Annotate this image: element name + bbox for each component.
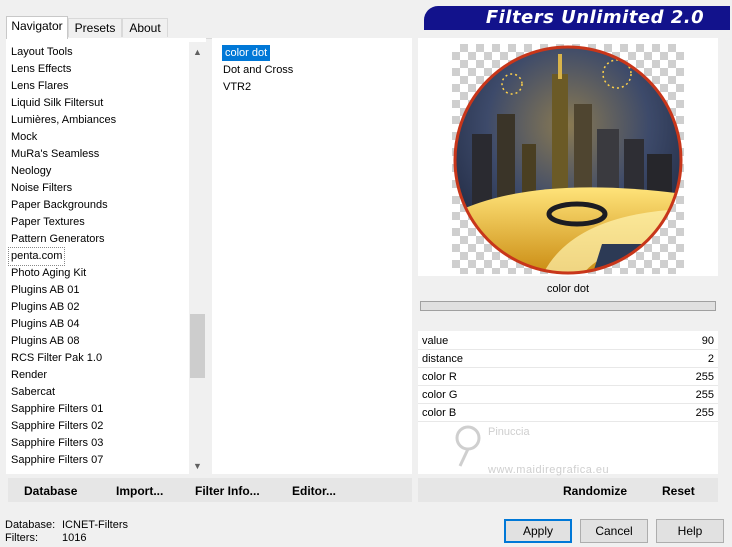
category-item[interactable]: Lumières, Ambiances xyxy=(11,112,116,129)
param-value: 255 xyxy=(695,371,714,383)
filter-info-button[interactable]: Filter Info... xyxy=(195,481,260,501)
category-item[interactable]: Noise Filters xyxy=(11,180,72,197)
watermark-name: Pinuccia xyxy=(488,426,530,438)
param-label: distance xyxy=(422,353,463,365)
category-item[interactable]: Paper Backgrounds xyxy=(11,197,108,214)
preview-image xyxy=(453,45,683,275)
category-item[interactable]: Render xyxy=(11,367,47,384)
tab-navigator[interactable]: Navigator xyxy=(6,16,68,39)
param-value: 255 xyxy=(695,389,714,401)
watermark-url: www.maidiregrafica.eu xyxy=(488,464,610,476)
param-row-color-g[interactable]: color G 255 xyxy=(418,387,718,404)
category-item[interactable]: Mock xyxy=(11,129,37,146)
category-item[interactable]: Sapphire Filters 02 xyxy=(11,418,103,435)
scroll-down-icon[interactable]: ▼ xyxy=(189,458,206,474)
param-label: value xyxy=(422,335,449,347)
reset-button[interactable]: Reset xyxy=(662,481,695,501)
param-row-color-b[interactable]: color B 255 xyxy=(418,405,718,422)
tab-about[interactable]: About xyxy=(122,18,168,37)
category-item[interactable]: Sapphire Filters 03 xyxy=(11,435,103,452)
category-item[interactable]: Photo Aging Kit xyxy=(11,265,86,282)
database-status-value: ICNET-Filters xyxy=(62,519,128,531)
category-item[interactable]: Layout Tools xyxy=(11,44,73,61)
param-value: 90 xyxy=(701,335,714,347)
apply-button[interactable]: Apply xyxy=(504,519,572,543)
scrollbar-thumb[interactable] xyxy=(190,314,205,378)
param-row-distance[interactable]: distance 2 xyxy=(418,351,718,368)
editor-button[interactable]: Editor... xyxy=(292,481,336,501)
category-item[interactable]: Pattern Generators xyxy=(11,231,105,248)
category-item[interactable]: Plugins AB 08 xyxy=(11,333,80,350)
category-item[interactable]: Plugins AB 02 xyxy=(11,299,80,316)
category-item[interactable]: Paper Textures xyxy=(11,214,85,231)
category-item[interactable]: RCS Filter Pak 1.0 xyxy=(11,350,102,367)
watermark-logo-icon xyxy=(455,425,481,467)
database-button[interactable]: Database xyxy=(24,481,77,501)
filter-item-vtr2[interactable]: VTR2 xyxy=(223,79,251,95)
filters-count-label: Filters: xyxy=(5,532,38,544)
param-label: color B xyxy=(422,407,457,419)
category-item[interactable]: Lens Flares xyxy=(11,78,68,95)
filter-item-dot-and-cross[interactable]: Dot and Cross xyxy=(223,62,293,78)
category-item[interactable]: Plugins AB 04 xyxy=(11,316,80,333)
app-title: Filters Unlimited 2.0 xyxy=(485,7,705,28)
category-item[interactable]: Liquid Silk Filtersut xyxy=(11,95,103,112)
filters-count-value: 1016 xyxy=(62,532,87,544)
category-item[interactable]: Lens Effects xyxy=(11,61,71,78)
category-item[interactable]: Neology xyxy=(11,163,51,180)
scroll-up-icon[interactable]: ▲ xyxy=(189,44,206,60)
category-scrollbar[interactable] xyxy=(189,42,206,474)
database-status-label: Database: xyxy=(5,519,56,531)
current-filter-name: color dot xyxy=(546,283,590,295)
category-item[interactable]: penta.com xyxy=(7,247,66,266)
category-item[interactable]: Sabercat xyxy=(11,384,55,401)
filter-slider[interactable] xyxy=(420,301,716,311)
category-item[interactable]: Plugins AB 01 xyxy=(11,282,80,299)
param-row-color-r[interactable]: color R 255 xyxy=(418,369,718,386)
param-label: color R xyxy=(422,371,457,383)
filter-list[interactable] xyxy=(212,38,412,474)
param-value: 255 xyxy=(695,407,714,419)
category-item[interactable]: Sapphire Filters 01 xyxy=(11,401,103,418)
help-button[interactable]: Help xyxy=(656,519,724,543)
category-item[interactable]: Sapphire Filters 07 xyxy=(11,452,103,469)
category-item[interactable]: MuRa's Seamless xyxy=(11,146,99,163)
cancel-button[interactable]: Cancel xyxy=(580,519,648,543)
param-value: 2 xyxy=(707,353,714,365)
randomize-button[interactable]: Randomize xyxy=(563,481,627,501)
tab-presets[interactable]: Presets xyxy=(68,18,122,37)
import-button[interactable]: Import... xyxy=(116,481,163,501)
filter-item-color-dot[interactable]: color dot xyxy=(222,45,271,61)
param-label: color G xyxy=(422,389,458,401)
param-row-value[interactable]: value 90 xyxy=(418,333,718,350)
